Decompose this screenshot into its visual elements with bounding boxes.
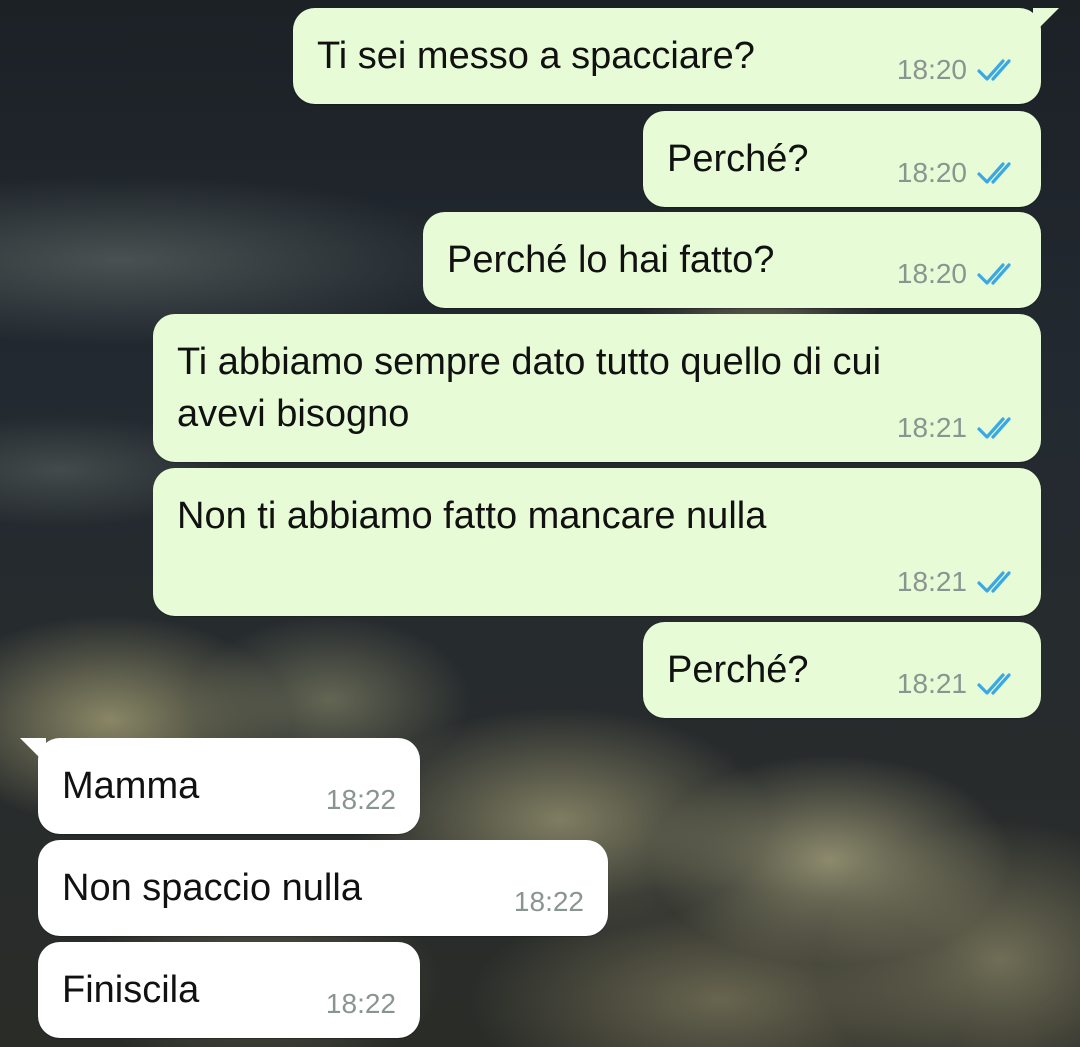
bubble-tail <box>1033 8 1059 34</box>
message-time: 18:22 <box>513 886 584 917</box>
message-meta: 18:22 <box>514 882 584 922</box>
message-bubble-outgoing[interactable]: Ti sei messo a spacciare? 18:20 <box>293 8 1059 104</box>
message-time: 18:22 <box>325 784 396 815</box>
message-time: 18:20 <box>896 258 967 289</box>
message-meta: 18:20 <box>897 254 1019 294</box>
chat-screen: { "messages": [ {"text": "Ti sei messo a… <box>0 0 1080 1047</box>
message-text: Non ti abbiamo fatto mancare nulla <box>177 495 767 537</box>
message-time: 18:20 <box>896 54 967 85</box>
message-meta: 18:20 <box>897 50 1019 90</box>
message-time: 18:20 <box>896 157 967 188</box>
message-time: 18:21 <box>896 412 967 443</box>
message-meta: 18:21 <box>897 562 1019 602</box>
message-bubble-outgoing[interactable]: Non ti abbiamo fatto mancare nulla 18:21 <box>153 468 1041 616</box>
message-bubble-incoming[interactable]: Non spaccio nulla 18:22 <box>38 840 608 936</box>
message-time: 18:21 <box>896 668 967 699</box>
message-bubble-outgoing[interactable]: Ti abbiamo sempre dato tutto quello di c… <box>153 314 1041 462</box>
bubble-tail <box>20 738 46 764</box>
message-meta: 18:22 <box>326 984 396 1024</box>
message-text: Non spaccio nulla <box>62 867 362 909</box>
message-bubble-incoming[interactable]: Finiscila 18:22 <box>38 942 420 1038</box>
message-bubble-outgoing[interactable]: Perché? 18:21 <box>643 622 1041 718</box>
message-meta: 18:22 <box>326 780 396 820</box>
message-meta: 18:20 <box>897 153 1019 193</box>
message-text: Ti abbiamo sempre dato tutto quello di c… <box>177 341 882 435</box>
double-check-icon <box>977 59 1011 81</box>
double-check-icon <box>977 571 1011 593</box>
message-bubble-outgoing[interactable]: Perché? 18:20 <box>643 111 1041 207</box>
message-bubble-incoming[interactable]: Mamma 18:22 <box>20 738 420 834</box>
double-check-icon <box>977 417 1011 439</box>
double-check-icon <box>977 162 1011 184</box>
message-bubble-outgoing[interactable]: Perché lo hai fatto? 18:20 <box>423 212 1041 308</box>
message-time: 18:22 <box>325 988 396 1019</box>
double-check-icon <box>977 263 1011 285</box>
message-meta: 18:21 <box>897 664 1019 704</box>
double-check-icon <box>977 673 1011 695</box>
message-meta: 18:21 <box>897 408 1019 448</box>
message-time: 18:21 <box>896 566 967 597</box>
